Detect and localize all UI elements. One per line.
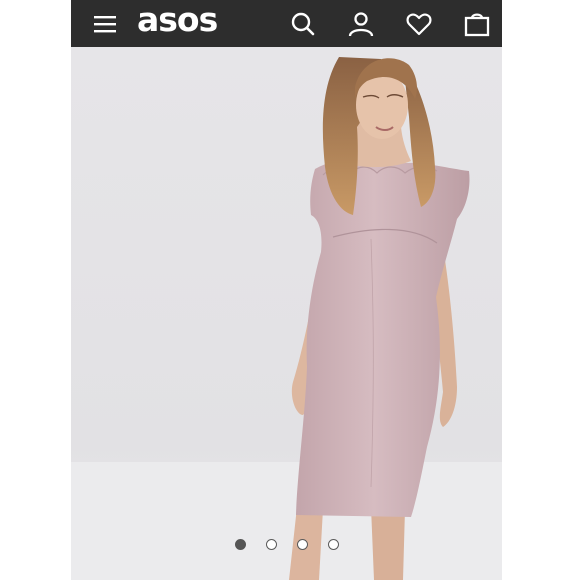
product-screen: asos <box>71 0 502 580</box>
account-button[interactable] <box>339 0 383 47</box>
carousel-pagination <box>71 539 502 555</box>
menu-icon <box>94 15 116 32</box>
asos-logo[interactable]: asos <box>137 0 218 44</box>
product-image[interactable] <box>71 47 502 580</box>
shopping-bag-icon <box>464 13 490 36</box>
carousel-dot-3[interactable] <box>296 539 308 550</box>
carousel-dot-4[interactable] <box>327 539 339 550</box>
wishlist-heart-icon <box>406 13 432 35</box>
carousel-dot-2[interactable] <box>265 539 277 550</box>
wishlist-button[interactable] <box>397 0 441 47</box>
bag-button[interactable] <box>455 0 499 47</box>
account-icon <box>348 11 374 36</box>
search-icon <box>291 12 315 35</box>
menu-button[interactable] <box>83 0 127 47</box>
top-navigation-bar: asos <box>71 0 502 47</box>
search-button[interactable] <box>281 0 325 47</box>
carousel-dot-1[interactable] <box>234 539 246 550</box>
